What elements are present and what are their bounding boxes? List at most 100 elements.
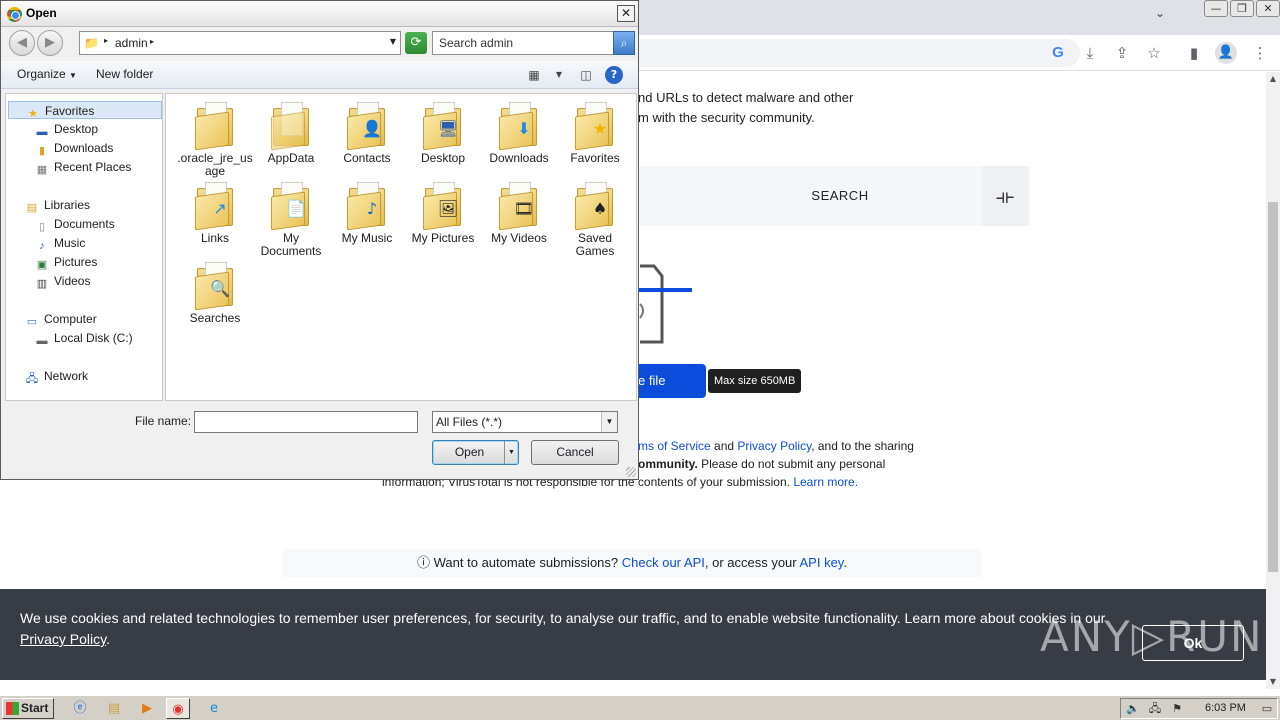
page-scrollbar[interactable]: ▲ ▼ bbox=[1266, 72, 1280, 689]
restore-button[interactable]: ❐ bbox=[1230, 0, 1254, 17]
help-icon[interactable]: ? bbox=[605, 66, 623, 84]
user-folder-icon: 📁 bbox=[84, 36, 99, 50]
side-panel-icon[interactable]: ▮ bbox=[1183, 42, 1205, 64]
file-type-filter-value: All Files (*.*) bbox=[436, 415, 503, 429]
dialog-search-input[interactable]: Search admin bbox=[432, 31, 614, 55]
chevron-down-icon[interactable]: ⌄ bbox=[1150, 6, 1170, 26]
open-button[interactable]: Open ▼ bbox=[432, 440, 519, 465]
cancel-button[interactable]: Cancel bbox=[531, 440, 619, 465]
nav-favorites[interactable]: ★ Favorites bbox=[8, 101, 162, 120]
nav-pictures[interactable]: ▣ Pictures bbox=[34, 253, 98, 271]
terms-of-service-link[interactable]: ms of Service bbox=[638, 439, 711, 453]
google-icon[interactable]: G bbox=[1047, 42, 1069, 64]
profile-icon[interactable]: 👤 bbox=[1215, 42, 1237, 64]
api-key-link[interactable]: API key bbox=[800, 555, 844, 570]
search-button[interactable]: SEARCH bbox=[700, 166, 980, 226]
privacy-policy-link[interactable]: Privacy Policy bbox=[737, 439, 811, 453]
preview-pane-icon[interactable]: ◫ bbox=[577, 66, 595, 84]
organize-menu[interactable]: Organize ▼ bbox=[17, 67, 77, 81]
cookie-text-end: . bbox=[106, 631, 110, 647]
file-item-label: Downloads bbox=[489, 151, 549, 165]
computer-icon: ▭ bbox=[26, 316, 38, 328]
dialog-close-button[interactable]: ✕ bbox=[617, 5, 635, 22]
favorites-folder-icon: ★ bbox=[575, 100, 615, 151]
show-desktop-icon[interactable]: ▭ bbox=[1259, 701, 1275, 717]
close-window-button[interactable]: ✕ bbox=[1256, 0, 1280, 17]
scroll-up-icon[interactable]: ▲ bbox=[1266, 72, 1280, 86]
network-icon[interactable]: 🖧 bbox=[1147, 701, 1163, 717]
file-item-searches[interactable]: 🔍 Searches bbox=[177, 260, 253, 325]
search-icon[interactable]: ⌕ bbox=[613, 31, 635, 55]
refresh-icon[interactable]: ⟳ bbox=[405, 32, 427, 54]
file-type-filter[interactable]: All Files (*.*) ▼ bbox=[432, 411, 618, 433]
bookmark-star-icon[interactable]: ☆ bbox=[1143, 42, 1165, 64]
back-arrow-icon[interactable]: ◀ bbox=[9, 30, 35, 56]
nav-downloads[interactable]: ▮ Downloads bbox=[34, 139, 113, 157]
recent-places-icon: ▦ bbox=[36, 164, 48, 176]
file-item-contacts[interactable]: 👤 Contacts bbox=[329, 100, 405, 165]
scroll-thumb[interactable] bbox=[1268, 202, 1278, 572]
nav-favorites-label: Favorites bbox=[45, 104, 95, 118]
nav-local-disk[interactable]: ▬ Local Disk (C:) bbox=[34, 329, 133, 347]
nav-libraries[interactable]: ▤ Libraries bbox=[24, 196, 90, 214]
breadcrumb-chevron-icon[interactable]: ▸ bbox=[104, 36, 108, 45]
nav-music[interactable]: ♪ Music bbox=[34, 234, 85, 252]
view-dropdown-icon[interactable]: ▼ bbox=[550, 66, 568, 84]
open-split-dropdown-icon[interactable]: ▼ bbox=[504, 441, 518, 464]
filter-dropdown-icon[interactable]: ▼ bbox=[601, 412, 617, 432]
breadcrumb-chevron-icon[interactable]: ▸ bbox=[150, 37, 154, 46]
action-center-flag-icon[interactable]: ⚑ bbox=[1169, 701, 1185, 717]
learn-more-link[interactable]: Learn more. bbox=[793, 475, 858, 489]
address-dropdown-icon[interactable]: ▼ bbox=[390, 37, 396, 46]
menu-icon[interactable]: ⋮ bbox=[1249, 42, 1271, 64]
file-item-favorites[interactable]: ★ Favorites bbox=[557, 100, 633, 165]
volume-icon[interactable]: 🔈 bbox=[1125, 701, 1141, 717]
folder-icon bbox=[271, 100, 311, 151]
file-item-downloads[interactable]: ⬇ Downloads bbox=[481, 100, 557, 165]
file-item-my-music[interactable]: ♪ My Music bbox=[329, 180, 405, 245]
minimize-button[interactable]: — bbox=[1204, 0, 1228, 17]
nav-music-label: Music bbox=[54, 236, 86, 250]
nav-documents[interactable]: ▯ Documents bbox=[34, 215, 115, 233]
start-button[interactable]: Start bbox=[2, 698, 54, 719]
nav-recent-places[interactable]: ▦ Recent Places bbox=[34, 158, 132, 176]
download-icon[interactable]: ⤓ bbox=[1079, 42, 1101, 64]
cookie-ok-button[interactable]: Ok bbox=[1142, 625, 1244, 661]
resize-grip-icon[interactable] bbox=[626, 467, 636, 477]
file-item-appdata[interactable]: AppData bbox=[253, 100, 329, 165]
file-item-saved-games[interactable]: ♠ Saved Games bbox=[557, 180, 633, 258]
nav-recent-places-label: Recent Places bbox=[54, 160, 132, 174]
check-api-link[interactable]: Check our API bbox=[622, 555, 705, 570]
internet-explorer-icon[interactable]: ⓔ bbox=[68, 698, 92, 719]
file-item-oracle-jre-usage[interactable]: .oracle_jre_usage bbox=[177, 100, 253, 178]
file-explorer-icon[interactable]: ▤ bbox=[102, 698, 126, 719]
scroll-down-icon[interactable]: ▼ bbox=[1266, 675, 1280, 689]
terms-community-text: ommunity. bbox=[638, 457, 698, 471]
forward-arrow-icon[interactable]: ▶ bbox=[37, 30, 63, 56]
view-options-icon[interactable]: ▦ bbox=[525, 66, 543, 84]
share-icon[interactable]: ⇪ bbox=[1111, 42, 1133, 64]
file-item-label: Favorites bbox=[570, 151, 620, 165]
clock[interactable]: 6:03 PM bbox=[1205, 699, 1246, 718]
dialog-title-bar[interactable]: Open ✕ bbox=[1, 1, 638, 27]
nav-computer[interactable]: ▭ Computer bbox=[24, 310, 97, 328]
new-folder-button[interactable]: New folder bbox=[96, 67, 153, 81]
edge-icon[interactable]: e bbox=[202, 698, 226, 719]
file-item-links[interactable]: ↗ Links bbox=[177, 180, 253, 245]
file-item-my-videos[interactable]: 🎞 My Videos bbox=[481, 180, 557, 245]
dialog-address-bar[interactable]: 📁 ▸ admin ▸ ▼ bbox=[79, 31, 401, 55]
file-item-my-documents[interactable]: 📄 My Documents bbox=[253, 180, 329, 258]
file-item-label: AppData bbox=[267, 151, 315, 165]
file-item-my-pictures[interactable]: 🖼 My Pictures bbox=[405, 180, 481, 245]
nav-videos[interactable]: ▥ Videos bbox=[34, 272, 91, 290]
cookie-privacy-policy-link[interactable]: Privacy Policy bbox=[20, 631, 106, 647]
advanced-search-icon[interactable]: ⟛ bbox=[982, 166, 1028, 226]
media-player-icon[interactable]: ▶ bbox=[135, 698, 159, 719]
file-item-label: Saved Games bbox=[575, 231, 615, 258]
file-item-desktop[interactable]: 🖥 Desktop bbox=[405, 100, 481, 165]
chrome-taskbar-icon[interactable]: ◉ bbox=[166, 698, 190, 719]
nav-network[interactable]: 🖧 Network bbox=[24, 367, 88, 385]
file-name-input[interactable] bbox=[194, 411, 418, 433]
breadcrumb-admin[interactable]: admin bbox=[115, 36, 148, 50]
nav-desktop[interactable]: ▬ Desktop bbox=[34, 120, 99, 138]
